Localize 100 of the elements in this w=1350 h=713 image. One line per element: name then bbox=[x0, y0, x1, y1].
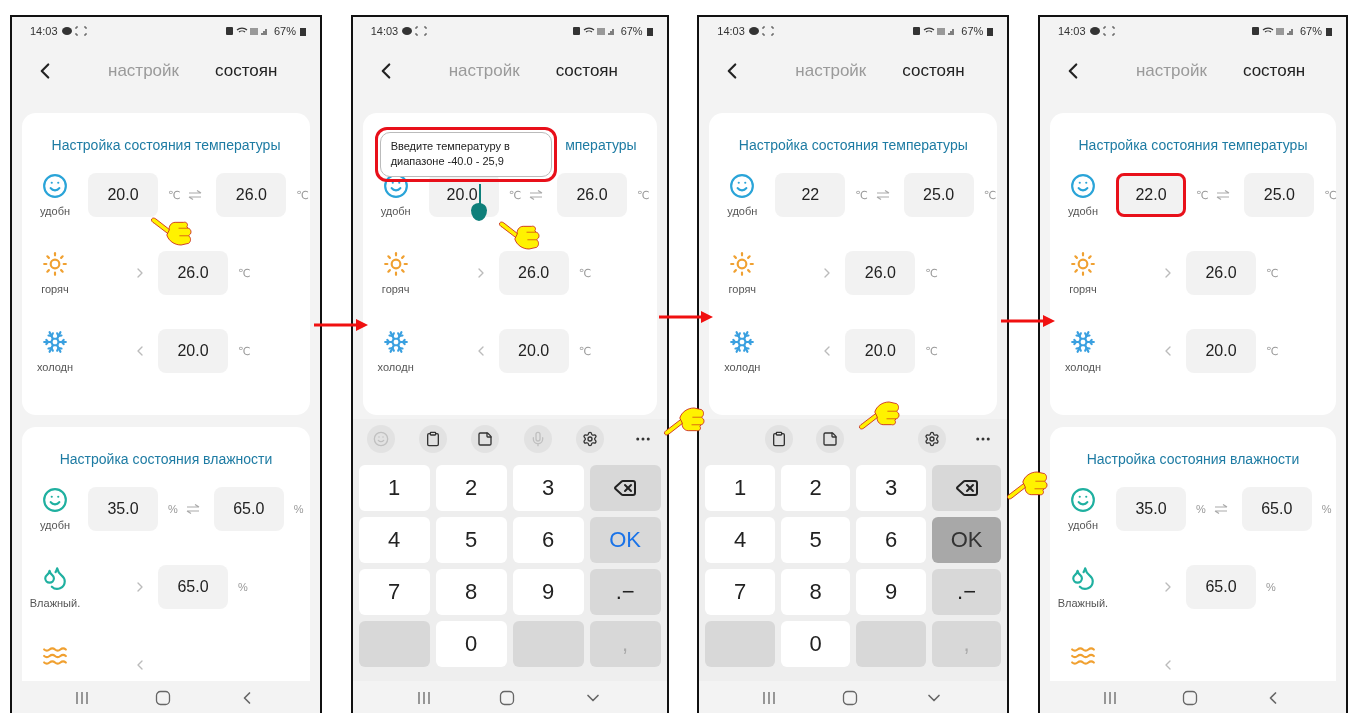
swap-arrows-icon bbox=[185, 504, 200, 514]
recents-icon[interactable] bbox=[416, 691, 431, 705]
status-time: 14:03 bbox=[1057, 25, 1086, 37]
sun-icon bbox=[1069, 251, 1096, 277]
step-arrow bbox=[314, 319, 368, 331]
settings-icon[interactable] bbox=[576, 425, 605, 453]
value-field[interactable]: 26.0 bbox=[845, 251, 916, 295]
row-label: горяч bbox=[41, 283, 69, 295]
keyboard-key[interactable]: 6 bbox=[856, 517, 926, 563]
settings-icon[interactable] bbox=[918, 425, 947, 453]
keyboard-key[interactable]: 4 bbox=[358, 517, 430, 563]
keyboard-key[interactable]: 2 bbox=[435, 465, 507, 511]
keyboard-key[interactable]: 4 bbox=[705, 517, 775, 563]
keyboard-key[interactable]: 5 bbox=[780, 517, 851, 563]
keyboard-key[interactable]: 2 bbox=[780, 465, 851, 511]
unit-label: % bbox=[168, 503, 178, 515]
unit-label: % bbox=[1195, 503, 1206, 515]
note-icon[interactable] bbox=[471, 425, 500, 453]
battery-percent: 67% bbox=[620, 25, 643, 37]
value-field[interactable]: 26.0 bbox=[158, 251, 228, 295]
keyboard-key[interactable]: 5 bbox=[435, 517, 507, 563]
droplets-icon bbox=[42, 565, 68, 591]
pointing-hand-drawing bbox=[151, 217, 192, 246]
value-field[interactable]: 26.0 bbox=[557, 173, 627, 217]
unit-label: ℃ bbox=[578, 266, 591, 280]
value-field[interactable]: 20.0 bbox=[158, 329, 228, 373]
value-field[interactable]: 35.0 bbox=[1115, 487, 1186, 531]
unit-label: ℃ bbox=[578, 344, 591, 358]
value-field[interactable]: 25.0 bbox=[1244, 173, 1315, 217]
keyboard-key[interactable]: 8 bbox=[780, 569, 851, 615]
keyboard-key[interactable]: 3 bbox=[856, 465, 926, 511]
unit-label: ℃ bbox=[925, 344, 938, 358]
value-field[interactable]: 26.0 bbox=[216, 173, 287, 217]
keyboard-key[interactable]: 8 bbox=[435, 569, 507, 615]
row-label: удобн bbox=[39, 205, 70, 217]
keyboard-key[interactable]: 0 bbox=[435, 621, 507, 667]
header-tab[interactable]: состоян bbox=[555, 61, 618, 81]
keyboard-key[interactable]: 7 bbox=[358, 569, 430, 615]
card-title: Настройка состояния температуры bbox=[51, 137, 281, 153]
unit-label: ℃ bbox=[296, 188, 309, 202]
snowflake-icon bbox=[729, 329, 756, 355]
backspace-key[interactable] bbox=[589, 465, 661, 511]
note-icon[interactable] bbox=[815, 425, 844, 453]
sun-icon bbox=[382, 251, 409, 277]
backspace-key[interactable] bbox=[931, 465, 1002, 511]
value-field[interactable]: 26.0 bbox=[498, 251, 569, 295]
value-field[interactable]: 65.0 bbox=[1241, 487, 1312, 531]
header-tab[interactable]: состоян bbox=[1242, 61, 1306, 81]
unit-label: ℃ bbox=[637, 188, 650, 202]
keyboard-key[interactable]: 7 bbox=[705, 569, 775, 615]
keyboard-key[interactable]: .− bbox=[589, 569, 661, 615]
value-field[interactable]: 65.0 bbox=[213, 487, 284, 531]
clipboard-icon[interactable] bbox=[419, 425, 448, 453]
keyboard-key[interactable]: 9 bbox=[856, 569, 926, 615]
keyboard-key[interactable]: .− bbox=[931, 569, 1002, 615]
value-field[interactable]: 65.0 bbox=[1185, 565, 1256, 609]
recents-icon[interactable] bbox=[1102, 691, 1117, 705]
value-field[interactable]: 20.0 bbox=[845, 329, 916, 373]
pointing-hand-drawing bbox=[859, 401, 900, 430]
keyboard-key[interactable]: 1 bbox=[705, 465, 775, 511]
status-time: 14:03 bbox=[30, 25, 58, 37]
value-field[interactable]: 20.0 bbox=[88, 173, 158, 217]
keyboard-key[interactable]: 0 bbox=[780, 621, 851, 667]
keyboard-key[interactable]: 9 bbox=[512, 569, 584, 615]
value-field[interactable]: 25.0 bbox=[903, 173, 974, 217]
header-tab[interactable]: состоян bbox=[215, 61, 278, 81]
value-field[interactable]: 20.0 bbox=[498, 329, 569, 373]
home-icon[interactable] bbox=[842, 690, 859, 706]
status-time: 14:03 bbox=[370, 25, 399, 37]
value-field[interactable]: 35.0 bbox=[88, 487, 158, 531]
value-field[interactable]: 26.0 bbox=[1185, 251, 1256, 295]
smiley-icon bbox=[1069, 487, 1096, 513]
status-icons-drawing bbox=[1251, 26, 1296, 36]
home-icon[interactable] bbox=[498, 690, 515, 706]
smiley-icon bbox=[729, 173, 756, 199]
clipboard-icon[interactable] bbox=[764, 425, 793, 453]
row-label: удобн bbox=[1067, 519, 1098, 531]
value-field[interactable]: 22 bbox=[775, 173, 846, 217]
row-label: Влажный. bbox=[29, 597, 81, 609]
row-label: холодн bbox=[36, 361, 74, 373]
recents-icon[interactable] bbox=[75, 691, 89, 705]
value-field[interactable]: 22.0 bbox=[1115, 173, 1186, 217]
unit-label: ℃ bbox=[983, 188, 997, 202]
value-field[interactable]: 65.0 bbox=[158, 565, 228, 609]
value-field[interactable]: 20.0 bbox=[1185, 329, 1256, 373]
keyboard-key[interactable]: 1 bbox=[358, 465, 430, 511]
home-icon[interactable] bbox=[155, 690, 171, 706]
home-icon[interactable] bbox=[1181, 690, 1198, 706]
card-title: Настройка состояния температуры bbox=[1078, 137, 1308, 153]
droplets-icon bbox=[1069, 565, 1096, 591]
keyboard-key[interactable]: 3 bbox=[512, 465, 584, 511]
recents-icon[interactable] bbox=[762, 691, 777, 705]
keyboard-key[interactable]: OK bbox=[931, 517, 1002, 563]
unit-label: % bbox=[293, 503, 304, 515]
unit-label: ℃ bbox=[168, 188, 181, 202]
header-tab[interactable]: состоян bbox=[902, 61, 965, 81]
battery-percent: 67% bbox=[273, 25, 296, 37]
unit-label: % bbox=[1265, 581, 1276, 593]
card-title: мпературы bbox=[565, 137, 637, 153]
keyboard-key[interactable]: 6 bbox=[512, 517, 584, 563]
